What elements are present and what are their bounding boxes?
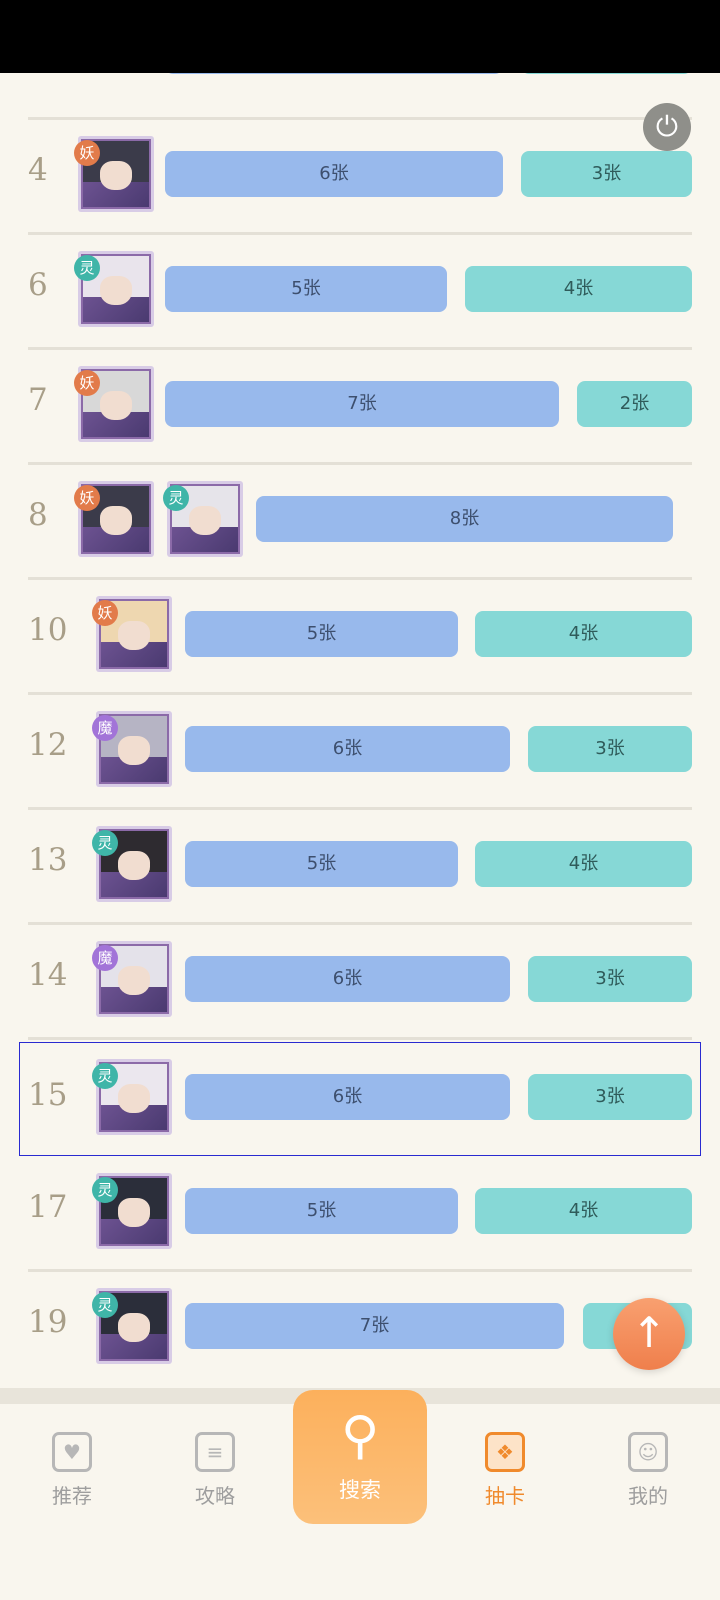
character-avatar[interactable]: 灵 bbox=[92, 1288, 172, 1364]
card-count-bar-teal: 4张 bbox=[475, 611, 692, 657]
card-count-bar-teal: 2张 bbox=[577, 381, 692, 427]
status-bar bbox=[0, 0, 720, 73]
portrait-face bbox=[118, 1312, 150, 1342]
card-count-bar-blue: 7张 bbox=[185, 1303, 564, 1349]
book-icon: ≡ bbox=[195, 1432, 235, 1472]
card-count-bar-teal: 3张 bbox=[521, 151, 692, 197]
card-count-bar-blue: 5张 bbox=[165, 266, 447, 312]
row-level-number: 14 bbox=[28, 957, 68, 993]
character-avatar[interactable]: 魔 bbox=[92, 941, 172, 1017]
card-count-bar-blue: 6张 bbox=[185, 956, 510, 1002]
power-button[interactable]: ⏻ bbox=[643, 103, 691, 151]
card-count-bar-blue: 6张 bbox=[165, 151, 503, 197]
row-level-number: 19 bbox=[28, 1304, 68, 1340]
portrait-face bbox=[100, 275, 132, 305]
row-level-number: 13 bbox=[28, 842, 68, 878]
portrait-face bbox=[100, 160, 132, 190]
row-level-number: 7 bbox=[28, 382, 48, 418]
row-level-number: 17 bbox=[28, 1189, 68, 1225]
faction-badge: 妖 bbox=[74, 370, 100, 396]
list-item[interactable]: 14 魔 6张 3张 bbox=[28, 923, 692, 1035]
row-level-number: 10 bbox=[28, 612, 68, 648]
character-avatar[interactable]: 灵 bbox=[74, 251, 154, 327]
arrow-up-icon: ↑ bbox=[631, 1308, 667, 1357]
faction-badge: 灵 bbox=[92, 1177, 118, 1203]
row-level-number: 4 bbox=[28, 152, 48, 188]
faction-badge: 灵 bbox=[163, 485, 189, 511]
card-count-bar-teal: 4张 bbox=[475, 841, 692, 887]
portrait-face bbox=[118, 1197, 150, 1227]
selected-row-highlight bbox=[19, 1042, 701, 1156]
faction-badge: 灵 bbox=[74, 255, 100, 281]
card-count-bar-teal bbox=[521, 73, 692, 74]
character-avatar[interactable]: 妖 bbox=[74, 481, 154, 557]
portrait-face bbox=[118, 965, 150, 995]
portrait-face bbox=[100, 505, 132, 535]
list-item[interactable]: 7 妖 7张 2张 bbox=[28, 348, 692, 460]
character-avatar[interactable]: 灵 bbox=[163, 481, 243, 557]
card-count-bar-teal: 4张 bbox=[475, 1188, 692, 1234]
tab-recommend[interactable]: ♥ 推荐 bbox=[22, 1432, 122, 1509]
scroll-top-button[interactable]: ↑ bbox=[613, 1298, 685, 1370]
card-count-list[interactable]: 4 妖 6张 3张 6 灵 5张 4张 7 妖 7张 2张 8 妖灵 8张 10 妖 5张 4张 12 魔 6张 3张 13 灵… bbox=[0, 73, 720, 1388]
tab-guide-label: 攻略 bbox=[195, 1484, 235, 1508]
faction-badge: 妖 bbox=[74, 485, 100, 511]
search-icon: ⚲ bbox=[340, 1406, 380, 1466]
tab-search[interactable]: ⚲ 搜索 bbox=[293, 1390, 427, 1524]
character-avatar[interactable]: 妖 bbox=[92, 596, 172, 672]
row-level-number: 8 bbox=[28, 497, 48, 533]
character-avatar[interactable]: 妖 bbox=[74, 366, 154, 442]
list-item[interactable]: 12 魔 6张 3张 bbox=[28, 693, 692, 805]
tab-search-label: 搜索 bbox=[339, 1478, 381, 1502]
card-count-bar-blue: 8张 bbox=[256, 496, 673, 542]
card-count-bar-blue: 5张 bbox=[185, 841, 458, 887]
list-item[interactable]: 17 灵 5张 4张 bbox=[28, 1155, 692, 1267]
list-item[interactable]: 13 灵 5张 4张 bbox=[28, 808, 692, 920]
faction-badge: 妖 bbox=[92, 600, 118, 626]
portrait-face bbox=[100, 390, 132, 420]
portrait-face bbox=[118, 735, 150, 765]
card-count-bar-teal: 3张 bbox=[528, 726, 692, 772]
card-count-bar-blue: 5张 bbox=[185, 611, 458, 657]
portrait-face bbox=[118, 850, 150, 880]
faction-badge: 妖 bbox=[74, 140, 100, 166]
card-count-bar-blue: 6张 bbox=[185, 726, 510, 772]
row-level-number: 6 bbox=[28, 267, 48, 303]
faction-badge: 魔 bbox=[92, 715, 118, 741]
faction-badge: 魔 bbox=[92, 945, 118, 971]
list-item[interactable]: 8 妖 灵 8张 bbox=[28, 463, 692, 575]
faction-badge: 灵 bbox=[92, 830, 118, 856]
portrait-face bbox=[118, 620, 150, 650]
row-divider bbox=[28, 1037, 692, 1040]
tab-draw-label: 抽卡 bbox=[485, 1484, 525, 1508]
faction-badge: 灵 bbox=[92, 1063, 118, 1089]
power-icon: ⏻ bbox=[655, 110, 679, 143]
card-count-bar-blue bbox=[165, 73, 503, 74]
list-item[interactable]: 4 妖 6张 3张 bbox=[28, 118, 692, 230]
tab-mine-label: 我的 bbox=[628, 1484, 668, 1508]
tab-recommend-label: 推荐 bbox=[52, 1484, 92, 1508]
character-avatar[interactable]: 魔 bbox=[92, 711, 172, 787]
list-item[interactable]: 10 妖 5张 4张 bbox=[28, 578, 692, 690]
tab-draw[interactable]: ❖ 抽卡 bbox=[455, 1432, 555, 1509]
cards-icon: ❖ bbox=[485, 1432, 525, 1472]
tab-guide[interactable]: ≡ 攻略 bbox=[165, 1432, 265, 1509]
character-avatar[interactable]: 灵 bbox=[92, 826, 172, 902]
portrait-face bbox=[189, 505, 221, 535]
list-item[interactable]: 6 灵 5张 4张 bbox=[28, 233, 692, 345]
heart-book-icon: ♥ bbox=[52, 1432, 92, 1472]
card-count-bar-teal: 3张 bbox=[528, 956, 692, 1002]
row-level-number: 12 bbox=[28, 727, 68, 763]
card-count-bar-blue: 5张 bbox=[185, 1188, 458, 1234]
faction-badge: 灵 bbox=[92, 1292, 118, 1318]
tab-mine[interactable]: ☺ 我的 bbox=[598, 1432, 698, 1509]
card-count-bar-blue: 7张 bbox=[165, 381, 559, 427]
list-item[interactable]: 19 灵 7张 bbox=[28, 1270, 692, 1382]
card-count-bar-teal: 4张 bbox=[465, 266, 692, 312]
character-avatar[interactable]: 灵 bbox=[92, 1173, 172, 1249]
profile-icon: ☺ bbox=[628, 1432, 668, 1472]
character-avatar[interactable]: 妖 bbox=[74, 136, 154, 212]
